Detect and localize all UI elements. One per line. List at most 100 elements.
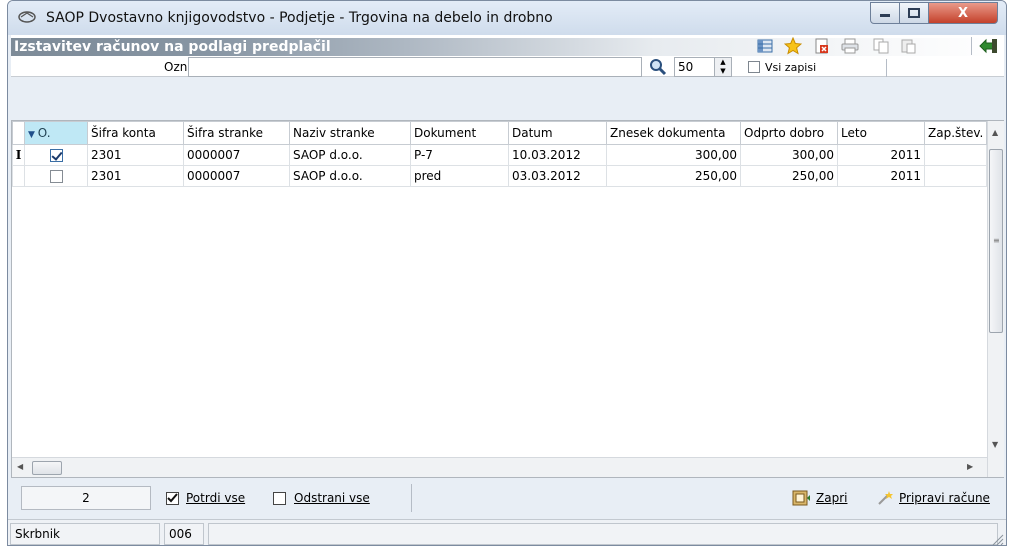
minimize-icon	[880, 14, 890, 17]
row-cursor-marker: I	[12, 144, 25, 166]
column-header-datum[interactable]: Datum	[508, 121, 607, 145]
close-icon: X	[957, 5, 969, 21]
delete-icon[interactable]	[812, 36, 832, 56]
spin-down-icon[interactable]: ▼	[715, 67, 731, 76]
scroll-right-icon[interactable]: ▶	[967, 462, 973, 471]
remove-all-label[interactable]: Odstrani vse	[294, 491, 370, 505]
ozn-input[interactable]	[188, 57, 642, 77]
records-table: ▼ O. Šifra konta Šifra stranke Naziv str…	[12, 121, 988, 187]
status-message-panel	[208, 523, 998, 545]
close-button-label: Zapri	[816, 491, 848, 505]
printer-icon[interactable]	[840, 36, 860, 56]
book-close-icon	[792, 490, 810, 506]
cell-sifra-konta: 2301	[87, 165, 184, 187]
status-user-label: Skrbnik	[10, 523, 160, 545]
all-records-checkbox[interactable]	[748, 61, 760, 73]
scroll-up-icon[interactable]: ▲	[992, 128, 998, 137]
confirm-all-label[interactable]: Potrdi vse	[186, 491, 245, 505]
column-header-sifra-stranke[interactable]: Šifra stranke	[183, 121, 290, 145]
scroll-down-icon[interactable]: ▼	[992, 440, 998, 449]
exit-icon[interactable]	[978, 36, 998, 56]
cell-zap	[923, 144, 988, 166]
horizontal-scrollbar[interactable]: ◀ ▶	[12, 457, 987, 477]
cell-leto: 2011	[837, 165, 925, 187]
spin-up-icon[interactable]: ▲	[715, 58, 731, 67]
row-select-cell[interactable]	[24, 165, 88, 187]
row-select-checkbox[interactable]	[49, 170, 63, 183]
cell-naziv-stranke: SAOP d.o.o.	[289, 165, 411, 187]
row-select-checkbox[interactable]	[49, 149, 63, 162]
ozn-label: Ozn	[164, 60, 188, 74]
close-window-button[interactable]: X	[928, 2, 998, 24]
prepare-invoices-button[interactable]: Pripravi račune	[876, 484, 990, 512]
cell-znesek: 250,00	[606, 165, 741, 187]
vertical-scroll-thumb[interactable]: ≡	[989, 149, 1003, 333]
filter-separator	[886, 59, 887, 77]
wand-icon	[878, 491, 893, 505]
all-records-label: Vsi zapisi	[765, 61, 817, 74]
row-cursor-marker	[12, 165, 25, 187]
close-button[interactable]: Zapri	[791, 484, 847, 512]
cell-leto: 2011	[837, 144, 925, 166]
window-title: SAOP Dvostavno knjigovodstvo - Podjetje …	[46, 10, 553, 26]
table-icon[interactable]	[755, 36, 775, 56]
column-header-zap-stev[interactable]: Zap.štev.	[923, 121, 988, 145]
status-bar: Skrbnik 006	[8, 519, 1006, 546]
prepare-invoices-label: Pripravi račune	[899, 491, 990, 505]
column-header-dokument[interactable]: Dokument	[410, 121, 509, 145]
search-icon[interactable]	[649, 58, 667, 76]
title-bar[interactable]: SAOP Dvostavno knjigovodstvo - Podjetje …	[8, 1, 1006, 35]
cell-sifra-stranke: 0000007	[183, 144, 290, 166]
form-header: Izstavitev računov na podlagi predplačil…	[11, 35, 1004, 77]
table-row[interactable]: 2301 0000007 SAOP d.o.o. pred 03.03.2012…	[12, 165, 988, 187]
filter-bar: Ozn 50 ▲ ▼ Vsi zapisi	[11, 57, 1004, 77]
maximize-button[interactable]	[899, 2, 929, 24]
app-window: SAOP Dvostavno knjigovodstvo - Podjetje …	[7, 0, 1007, 546]
invoice-grid: ▼ O. Šifra konta Šifra stranke Naziv str…	[11, 120, 1004, 478]
star-icon[interactable]	[783, 36, 803, 56]
remove-all-checkbox[interactable]	[273, 492, 286, 505]
grip-icon: ≡	[993, 236, 1000, 245]
copy-icon[interactable]	[871, 36, 891, 56]
app-logo-icon	[18, 11, 36, 23]
vertical-scrollbar[interactable]: ▲ ≡ ▼	[987, 121, 1004, 477]
form-title: Izstavitev računov na podlagi predplačil	[14, 39, 331, 55]
confirm-all-checkbox[interactable]	[166, 492, 179, 505]
toolbar-separator	[971, 37, 972, 55]
row-marker-header	[12, 121, 25, 145]
column-header-leto[interactable]: Leto	[837, 121, 925, 145]
checkmark-icon	[167, 493, 178, 503]
action-separator	[411, 484, 412, 512]
scroll-left-icon[interactable]: ◀	[17, 462, 23, 471]
column-header-sifra-konta[interactable]: Šifra konta	[87, 121, 184, 145]
cell-znesek: 300,00	[606, 144, 741, 166]
cell-naziv-stranke: SAOP d.o.o.	[289, 144, 411, 166]
cell-datum: 03.03.2012	[508, 165, 607, 187]
row-select-cell[interactable]	[24, 144, 88, 166]
action-bar: 2 Potrdi vse Odstrani vse Zapri Pripravi…	[11, 478, 1004, 518]
status-user-code: 006	[164, 523, 204, 545]
minimize-button[interactable]	[870, 2, 900, 24]
table-header-row: ▼ O. Šifra konta Šifra stranke Naziv str…	[12, 121, 988, 145]
cell-datum: 10.03.2012	[508, 144, 607, 166]
column-header-o[interactable]: ▼ O.	[24, 121, 88, 145]
cell-dokument: pred	[410, 165, 509, 187]
column-header-odprto-dobro[interactable]: Odprto dobro	[740, 121, 838, 145]
cell-dokument: P-7	[410, 144, 509, 166]
horizontal-scroll-thumb[interactable]	[32, 461, 62, 475]
record-count-spinner[interactable]: ▲ ▼	[714, 57, 732, 77]
cell-sifra-konta: 2301	[87, 144, 184, 166]
cell-sifra-stranke: 0000007	[183, 165, 290, 187]
cell-zap	[923, 165, 988, 187]
cell-odprto: 300,00	[740, 144, 838, 166]
resize-grip-icon[interactable]	[992, 534, 1004, 546]
selected-count: 2	[21, 486, 151, 510]
record-count-input[interactable]: 50	[674, 57, 716, 77]
column-header-znesek-dokumenta[interactable]: Znesek dokumenta	[606, 121, 741, 145]
paste-icon[interactable]	[898, 36, 918, 56]
table-row[interactable]: I 2301 0000007 SAOP d.o.o. P-7 10.03.201…	[12, 144, 988, 166]
maximize-icon	[908, 8, 920, 18]
cell-odprto: 250,00	[740, 165, 838, 187]
sort-desc-icon: ▼	[28, 130, 38, 140]
column-header-naziv-stranke[interactable]: Naziv stranke	[289, 121, 411, 145]
